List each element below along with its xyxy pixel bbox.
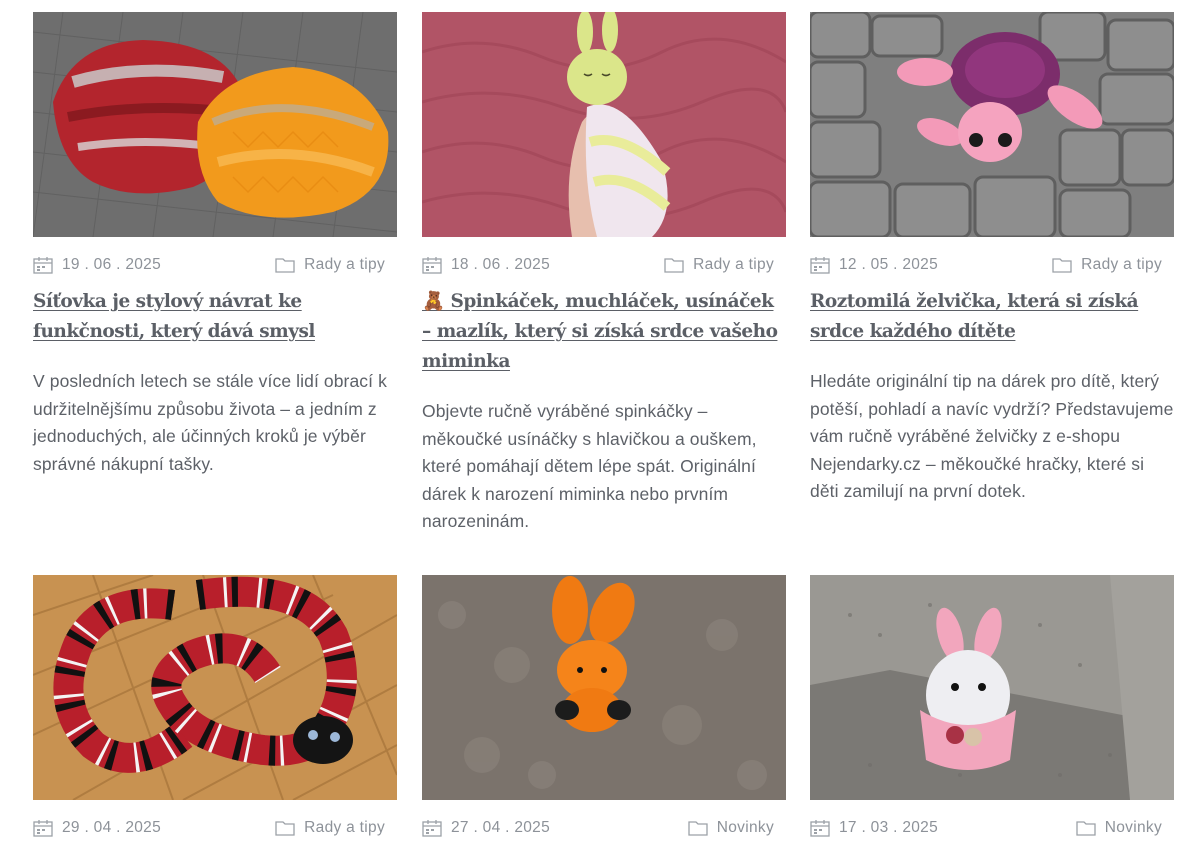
net-bags-image xyxy=(33,12,397,237)
post-thumbnail-net-bags[interactable] xyxy=(33,12,397,237)
post-thumbnail-turtle[interactable] xyxy=(810,12,1174,237)
post-category-link[interactable]: Rady a tipy xyxy=(304,819,385,837)
calendar-icon xyxy=(422,819,442,837)
folder-icon xyxy=(1052,256,1072,274)
post-thumbnail-bunny-egg[interactable] xyxy=(810,575,1174,800)
post-card: 27 . 04 . 2025 Novinky xyxy=(422,575,786,838)
post-category[interactable]: Rady a tipy xyxy=(275,256,397,274)
post-category-link[interactable]: Novinky xyxy=(717,819,774,837)
post-title-link[interactable]: Roztomilá želvička, která si získá srdce… xyxy=(810,287,1174,347)
post-date: 12 . 05 . 2025 xyxy=(810,256,938,274)
post-category-link[interactable]: Rady a tipy xyxy=(304,256,385,274)
post-card: 19 . 06 . 2025 Rady a tipy Síťovka je st… xyxy=(33,12,397,478)
post-meta: 18 . 06 . 2025 Rady a tipy xyxy=(422,255,786,275)
post-thumbnail-orange-bunny[interactable] xyxy=(422,575,786,800)
post-category-link[interactable]: Novinky xyxy=(1105,819,1162,837)
post-date-text: 12 . 05 . 2025 xyxy=(839,256,939,273)
post-category[interactable]: Rady a tipy xyxy=(664,256,786,274)
calendar-icon xyxy=(422,256,442,274)
post-card: 12 . 05 . 2025 Rady a tipy Roztomilá žel… xyxy=(810,12,1174,506)
post-date: 17 . 03 . 2025 xyxy=(810,819,938,837)
post-title-link[interactable]: Síťovka je stylový návrat ke funkčnosti,… xyxy=(33,287,397,347)
post-date-text: 27 . 04 . 2025 xyxy=(451,819,551,836)
turtle-image xyxy=(810,12,1174,237)
snake-image xyxy=(33,575,397,800)
post-thumbnail-bunny-comforter[interactable] xyxy=(422,12,786,237)
post-meta: 19 . 06 . 2025 Rady a tipy xyxy=(33,255,397,275)
post-date: 18 . 06 . 2025 xyxy=(422,256,550,274)
folder-icon xyxy=(1076,819,1096,837)
post-card: 17 . 03 . 2025 Novinky xyxy=(810,575,1174,838)
post-category-link[interactable]: Rady a tipy xyxy=(693,256,774,274)
folder-icon xyxy=(664,256,684,274)
bunny-egg-image xyxy=(810,575,1174,800)
calendar-icon xyxy=(810,819,830,837)
post-category-link[interactable]: Rady a tipy xyxy=(1081,256,1162,274)
folder-icon xyxy=(275,256,295,274)
post-excerpt: Hledáte originální tip na dárek pro dítě… xyxy=(810,371,1174,501)
folder-icon xyxy=(275,819,295,837)
calendar-icon xyxy=(33,819,53,837)
post-date: 19 . 06 . 2025 xyxy=(33,256,161,274)
bunny-comforter-image xyxy=(422,12,786,237)
folder-icon xyxy=(688,819,708,837)
post-category[interactable]: Novinky xyxy=(688,819,786,837)
post-date-text: 18 . 06 . 2025 xyxy=(451,256,551,273)
post-date-text: 29 . 04 . 2025 xyxy=(62,819,162,836)
post-category[interactable]: Novinky xyxy=(1076,819,1174,837)
post-card: 18 . 06 . 2025 Rady a tipy 🧸 Spinkáček, … xyxy=(422,12,786,536)
post-meta: 12 . 05 . 2025 Rady a tipy xyxy=(810,255,1174,275)
post-date: 29 . 04 . 2025 xyxy=(33,819,161,837)
post-category[interactable]: Rady a tipy xyxy=(1052,256,1174,274)
post-meta: 29 . 04 . 2025 Rady a tipy xyxy=(33,818,397,838)
post-card: 29 . 04 . 2025 Rady a tipy xyxy=(33,575,397,838)
post-meta: 27 . 04 . 2025 Novinky xyxy=(422,818,786,838)
post-title-link[interactable]: 🧸 Spinkáček, muchláček, usínáček – mazlí… xyxy=(422,287,786,377)
post-excerpt: V posledních letech se stále více lidí o… xyxy=(33,371,387,474)
calendar-icon xyxy=(33,256,53,274)
post-date: 27 . 04 . 2025 xyxy=(422,819,550,837)
post-meta: 17 . 03 . 2025 Novinky xyxy=(810,818,1174,838)
calendar-icon xyxy=(810,256,830,274)
post-thumbnail-snake[interactable] xyxy=(33,575,397,800)
post-date-text: 19 . 06 . 2025 xyxy=(62,256,162,273)
post-category[interactable]: Rady a tipy xyxy=(275,819,397,837)
post-excerpt: Objevte ručně vyráběné spinkáčky – měkou… xyxy=(422,401,757,531)
orange-bunny-image xyxy=(422,575,786,800)
post-date-text: 17 . 03 . 2025 xyxy=(839,819,939,836)
